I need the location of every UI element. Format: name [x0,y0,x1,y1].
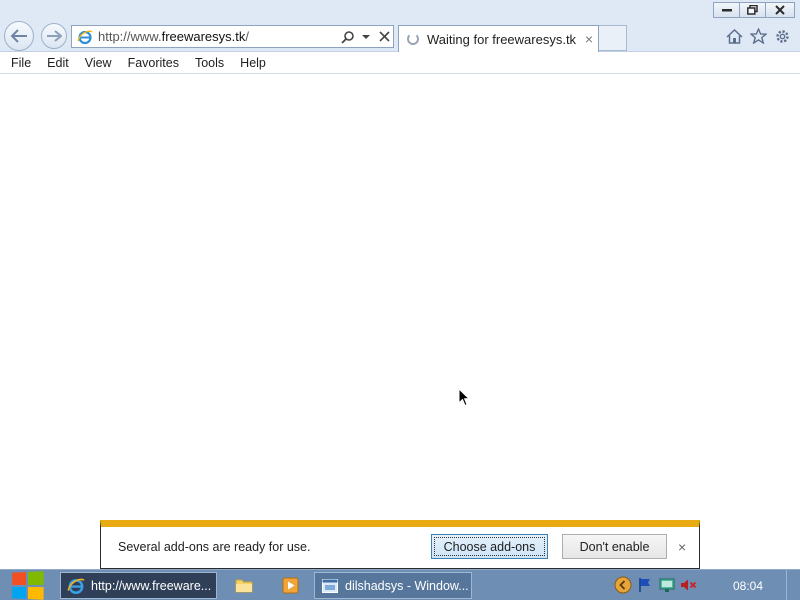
address-bar[interactable]: http://www.freewaresys.tk/ [71,25,394,48]
window-controls [713,2,795,18]
window-app-icon [321,577,339,595]
start-button[interactable] [10,570,47,600]
folder-icon [235,579,253,593]
gear-icon[interactable] [770,26,794,46]
mouse-pointer-icon [458,387,471,410]
back-button[interactable] [4,21,34,51]
browser-toolbar-icons [722,26,794,46]
windows-logo-blue [12,586,27,599]
forward-button[interactable] [41,23,67,49]
chevron-left-icon [614,576,632,594]
new-tab-button[interactable] [599,25,627,51]
system-tray [612,576,700,594]
windows-logo-red [12,572,27,585]
minimize-button[interactable] [713,2,740,18]
windows-logo-yellow [27,586,44,600]
show-desktop-button[interactable] [786,570,800,600]
menu-bar: File Edit View Favorites Tools Help [0,52,800,74]
taskbar-ie-label: http://www.freeware... [91,578,212,593]
arrow-right-icon [47,30,62,42]
notification-close-icon[interactable]: × [678,539,686,555]
browser-title-bar: http://www.freewaresys.tk/ Waiting for f… [0,0,800,52]
taskbar-media-player[interactable] [274,572,306,599]
taskbar-ie-window[interactable]: http://www.freeware... [60,572,217,599]
chevron-down-icon[interactable] [357,27,375,47]
ie-page-icon [75,27,95,47]
taskbar-dilshadsys-window[interactable]: dilshadsys - Window... [314,572,472,599]
favorites-star-icon[interactable] [746,26,770,46]
menu-edit[interactable]: Edit [39,56,77,70]
network-icon[interactable] [656,576,678,594]
close-window-button[interactable] [765,2,795,18]
volume-muted-icon[interactable] [678,576,700,594]
tab-active[interactable]: Waiting for freewaresys.tk × [398,25,599,52]
menu-tools[interactable]: Tools [187,56,232,70]
close-icon[interactable] [375,27,393,47]
menu-help[interactable]: Help [232,56,274,70]
arrow-left-icon [10,29,27,43]
taskbar-file-explorer[interactable] [228,572,260,599]
page-content-area[interactable] [0,74,800,568]
tab-title: Waiting for freewaresys.tk [427,31,577,47]
search-icon[interactable] [339,27,357,47]
action-center-flag-icon[interactable] [634,576,656,594]
notification-message: Several add-ons are ready for use. [118,540,311,554]
home-icon[interactable] [722,26,746,46]
loading-spinner-icon [407,33,419,45]
address-url[interactable]: http://www.freewaresys.tk/ [95,29,339,44]
taskbar-clock[interactable]: 08:04 [733,579,763,593]
restore-button[interactable] [739,2,766,18]
close-icon [775,5,785,15]
menu-favorites[interactable]: Favorites [120,56,187,70]
url-prefix: http://www. [98,29,162,44]
taskbar-window-label: dilshadsys - Window... [345,578,469,593]
show-hidden-icons-button[interactable] [612,576,634,594]
media-player-icon [282,577,298,594]
windows-logo-green [27,571,44,585]
choose-addons-button[interactable]: Choose add-ons [431,534,548,559]
dont-enable-button[interactable]: Don't enable [562,534,667,559]
menu-file[interactable]: File [3,56,39,70]
url-suffix: / [245,29,250,44]
restore-icon [747,5,758,15]
taskbar: http://www.freeware... dilshadsys - Wind… [0,569,800,600]
url-domain: freewaresys.tk [161,29,246,44]
tab-close-icon[interactable]: × [580,31,598,47]
ie-icon [67,577,85,595]
menu-view[interactable]: View [77,56,120,70]
minimize-icon [721,9,732,12]
addons-notification-bar: Several add-ons are ready for use. Choos… [100,520,700,569]
